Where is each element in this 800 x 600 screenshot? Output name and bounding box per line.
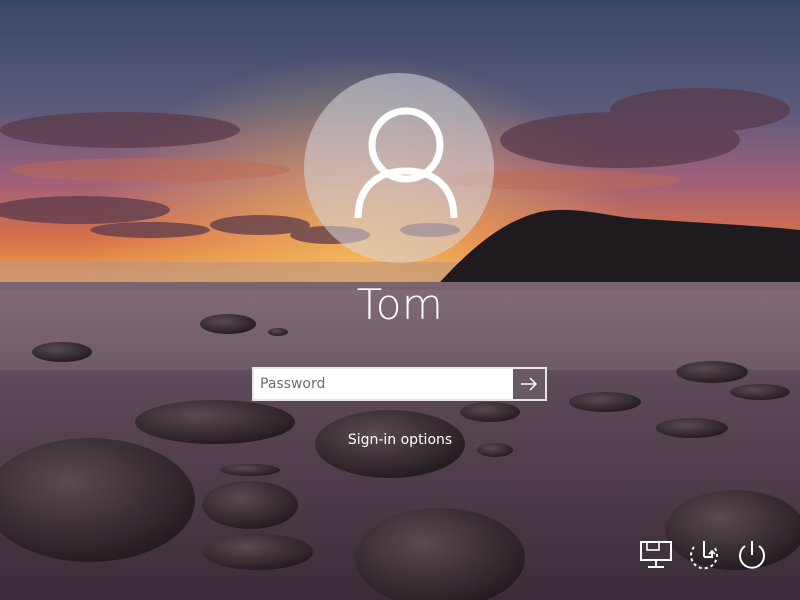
user-name: Tom: [356, 280, 444, 329]
user-avatar: [304, 73, 494, 263]
submit-button[interactable]: [513, 369, 545, 399]
password-field-group: [252, 367, 547, 401]
arrow-right-icon: [521, 377, 538, 391]
power-icon: [739, 541, 765, 569]
sign-in-options-link[interactable]: Sign-in options: [0, 432, 800, 448]
network-button[interactable]: [638, 537, 674, 573]
password-input[interactable]: [254, 369, 513, 399]
power-button[interactable]: [734, 537, 770, 573]
ease-of-access-icon: [690, 541, 718, 570]
user-silhouette-icon: [354, 107, 458, 219]
ease-of-access-button[interactable]: [686, 537, 722, 573]
lock-screen: Tom Sign-in options: [0, 0, 800, 600]
network-icon: [640, 541, 672, 568]
